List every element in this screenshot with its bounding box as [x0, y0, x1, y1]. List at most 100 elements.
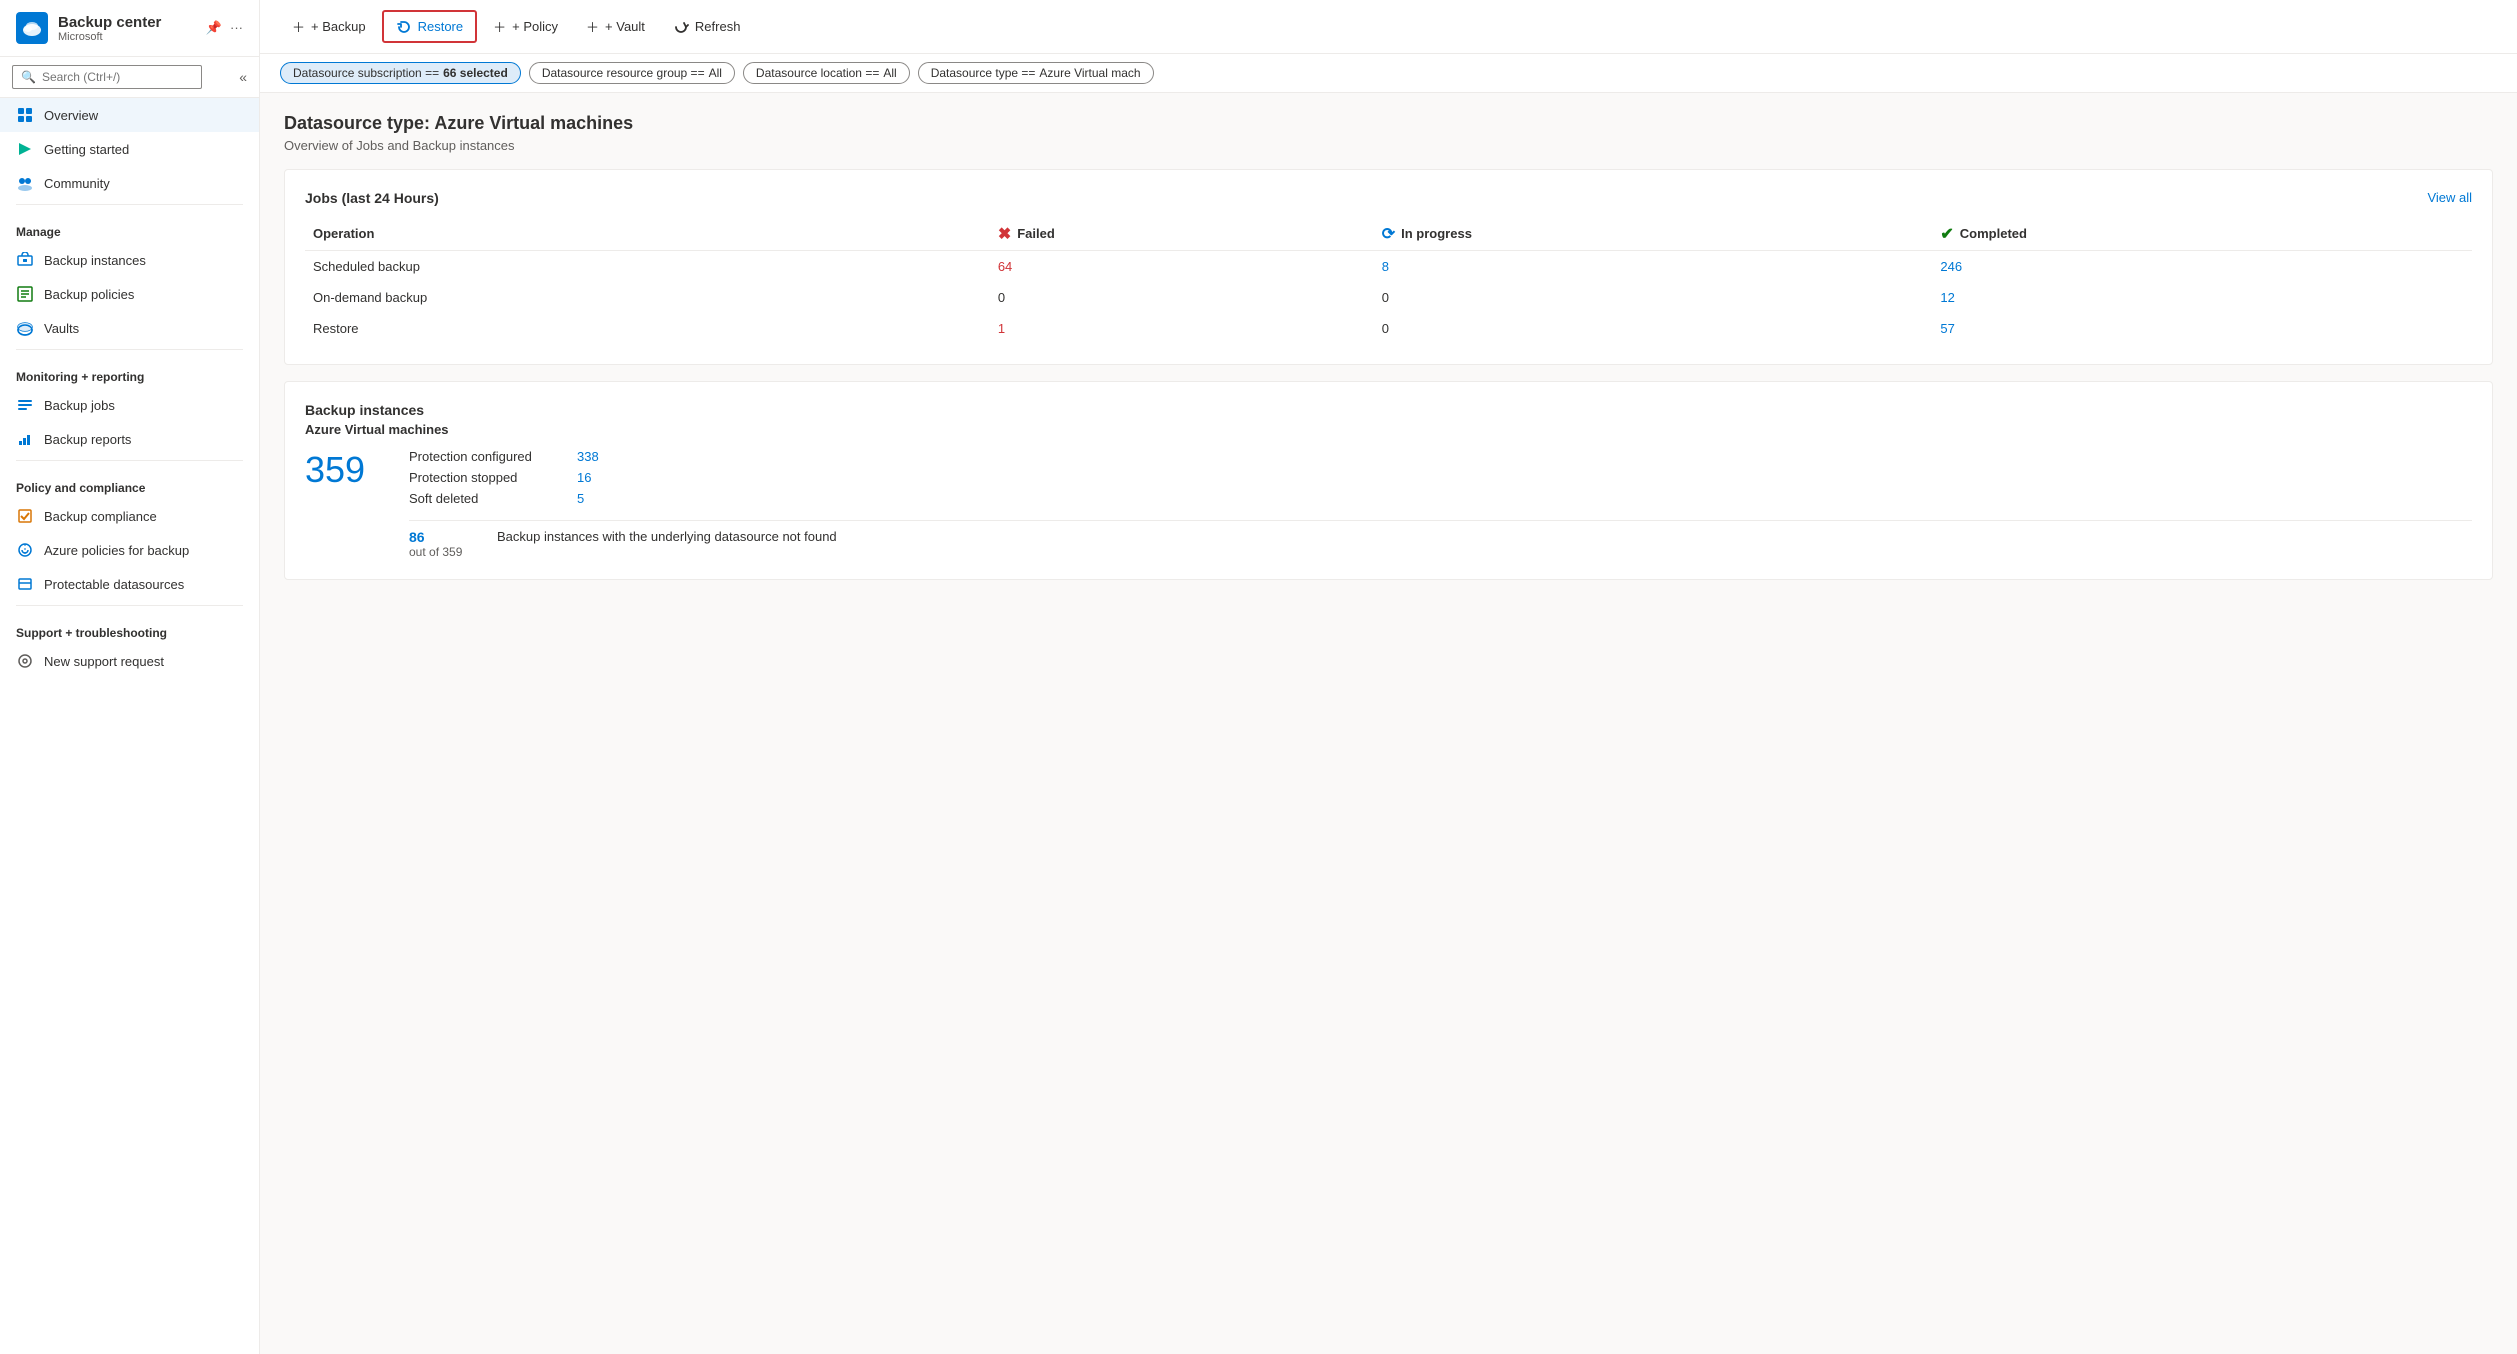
vault-label: + Vault [605, 19, 645, 34]
refresh-icon [673, 18, 689, 35]
bi-card-title: Backup instances [305, 402, 2472, 418]
completed-restore[interactable]: 57 [1932, 313, 2472, 344]
bi-soft-deleted: Soft deleted 5 [409, 491, 2472, 506]
nav-new-support-label: New support request [44, 654, 164, 669]
getting-started-icon [16, 140, 34, 158]
completed-icon: ✔ [1940, 224, 1953, 244]
protectable-datasources-icon [16, 575, 34, 593]
op-restore: Restore [305, 313, 990, 344]
nav-backup-reports[interactable]: Backup reports [0, 422, 259, 456]
main-panel: ＋ + Backup Restore ＋ + Policy ＋ + Vault [260, 0, 2517, 1354]
bi-sub-out-of: out of 359 [409, 545, 462, 559]
bi-details: Protection configured 338 Protection sto… [409, 449, 2472, 559]
nav-community[interactable]: Community [0, 166, 259, 200]
support-divider [16, 605, 243, 606]
nav-protectable-datasources[interactable]: Protectable datasources [0, 567, 259, 601]
table-row: Restore 1 0 57 [305, 313, 2472, 344]
policy-button[interactable]: ＋ + Policy [481, 11, 570, 42]
header-icons: 📌 ··· [206, 20, 243, 36]
jobs-card-title: Jobs (last 24 Hours) View all [305, 190, 2472, 206]
more-icon[interactable]: ··· [230, 20, 243, 36]
bi-card-subtitle: Azure Virtual machines [305, 422, 2472, 437]
monitoring-section-label: Monitoring + reporting [0, 354, 259, 388]
search-container: 🔍 « [0, 57, 259, 98]
op-scheduled: Scheduled backup [305, 250, 990, 282]
sidebar: Backup center Microsoft 📌 ··· 🔍 « Overvi… [0, 0, 260, 1354]
vault-button[interactable]: ＋ + Vault [574, 11, 657, 42]
vaults-icon [16, 319, 34, 337]
table-row: Scheduled backup 64 8 246 [305, 250, 2472, 282]
search-box-inner: 🔍 [12, 65, 202, 89]
search-icon: 🔍 [21, 70, 36, 84]
monitoring-divider [16, 349, 243, 350]
page-subtitle: Overview of Jobs and Backup instances [284, 138, 2493, 153]
policy-plus-icon: ＋ [493, 17, 506, 36]
nav-backup-instances[interactable]: Backup instances [0, 243, 259, 277]
content-area: Datasource type: Azure Virtual machines … [260, 93, 2517, 1354]
filter-type[interactable]: Datasource type == Azure Virtual mach [918, 62, 1154, 84]
filter-resource-group[interactable]: Datasource resource group == All [529, 62, 735, 84]
bi-total-number[interactable]: 359 [305, 449, 385, 491]
nav-protectable-datasources-label: Protectable datasources [44, 577, 184, 592]
app-subtitle: Microsoft [58, 31, 161, 43]
jobs-card: Jobs (last 24 Hours) View all Operation … [284, 169, 2493, 365]
vault-plus-icon: ＋ [586, 17, 599, 36]
failed-scheduled[interactable]: 64 [990, 250, 1374, 282]
app-title: Backup center [58, 14, 161, 31]
bi-sub-number[interactable]: 86 [409, 529, 425, 545]
pin-icon[interactable]: 📌 [206, 20, 222, 36]
jobs-table: Operation ✖ Failed ⟳ In progress [305, 218, 2472, 344]
col-operation: Operation [305, 218, 990, 251]
policy-section-label: Policy and compliance [0, 465, 259, 499]
collapse-button[interactable]: « [239, 69, 247, 85]
filter-location[interactable]: Datasource location == All [743, 62, 910, 84]
azure-policies-icon [16, 541, 34, 559]
refresh-label: Refresh [695, 19, 741, 34]
nav-backup-policies[interactable]: Backup policies [0, 277, 259, 311]
nav-community-label: Community [44, 176, 110, 191]
nav-backup-compliance[interactable]: Backup compliance [0, 499, 259, 533]
col-completed: ✔ Completed [1932, 218, 2472, 251]
failed-restore[interactable]: 1 [990, 313, 1374, 344]
refresh-button[interactable]: Refresh [661, 12, 753, 41]
backup-reports-icon [16, 430, 34, 448]
new-support-icon [16, 652, 34, 670]
manage-divider [16, 204, 243, 205]
app-logo [16, 12, 48, 44]
nav-azure-policies[interactable]: Azure policies for backup [0, 533, 259, 567]
restore-button[interactable]: Restore [382, 10, 478, 43]
support-section-label: Support + troubleshooting [0, 610, 259, 644]
nav-vaults[interactable]: Vaults [0, 311, 259, 345]
nav-backup-jobs[interactable]: Backup jobs [0, 388, 259, 422]
op-ondemand: On-demand backup [305, 282, 990, 313]
view-all-link[interactable]: View all [2427, 190, 2472, 205]
overview-icon [16, 106, 34, 124]
restore-label: Restore [418, 19, 464, 34]
failed-ondemand: 0 [990, 282, 1374, 313]
policy-divider [16, 460, 243, 461]
filter-subscription[interactable]: Datasource subscription == 66 selected [280, 62, 521, 84]
progress-scheduled[interactable]: 8 [1374, 250, 1933, 282]
search-input[interactable] [42, 70, 172, 84]
nav-new-support[interactable]: New support request [0, 644, 259, 678]
col-failed: ✖ Failed [990, 218, 1374, 251]
nav-overview-label: Overview [44, 108, 98, 123]
plus-icon: ＋ [292, 17, 305, 36]
nav-overview[interactable]: Overview [0, 98, 259, 132]
sidebar-header: Backup center Microsoft 📌 ··· [0, 0, 259, 57]
bi-protection-configured: Protection configured 338 [409, 449, 2472, 464]
nav-getting-started-label: Getting started [44, 142, 129, 157]
restore-icon [396, 18, 412, 35]
bi-sub-row: 86 out of 359 Backup instances with the … [409, 520, 2472, 559]
completed-scheduled[interactable]: 246 [1932, 250, 2472, 282]
failed-icon: ✖ [998, 224, 1011, 244]
col-in-progress: ⟳ In progress [1374, 218, 1933, 251]
nav-vaults-label: Vaults [44, 321, 79, 336]
nav-backup-jobs-label: Backup jobs [44, 398, 115, 413]
community-icon [16, 174, 34, 192]
nav-getting-started[interactable]: Getting started [0, 132, 259, 166]
backup-jobs-icon [16, 396, 34, 414]
progress-icon: ⟳ [1382, 224, 1395, 244]
backup-button[interactable]: ＋ + Backup [280, 11, 378, 42]
completed-ondemand[interactable]: 12 [1932, 282, 2472, 313]
